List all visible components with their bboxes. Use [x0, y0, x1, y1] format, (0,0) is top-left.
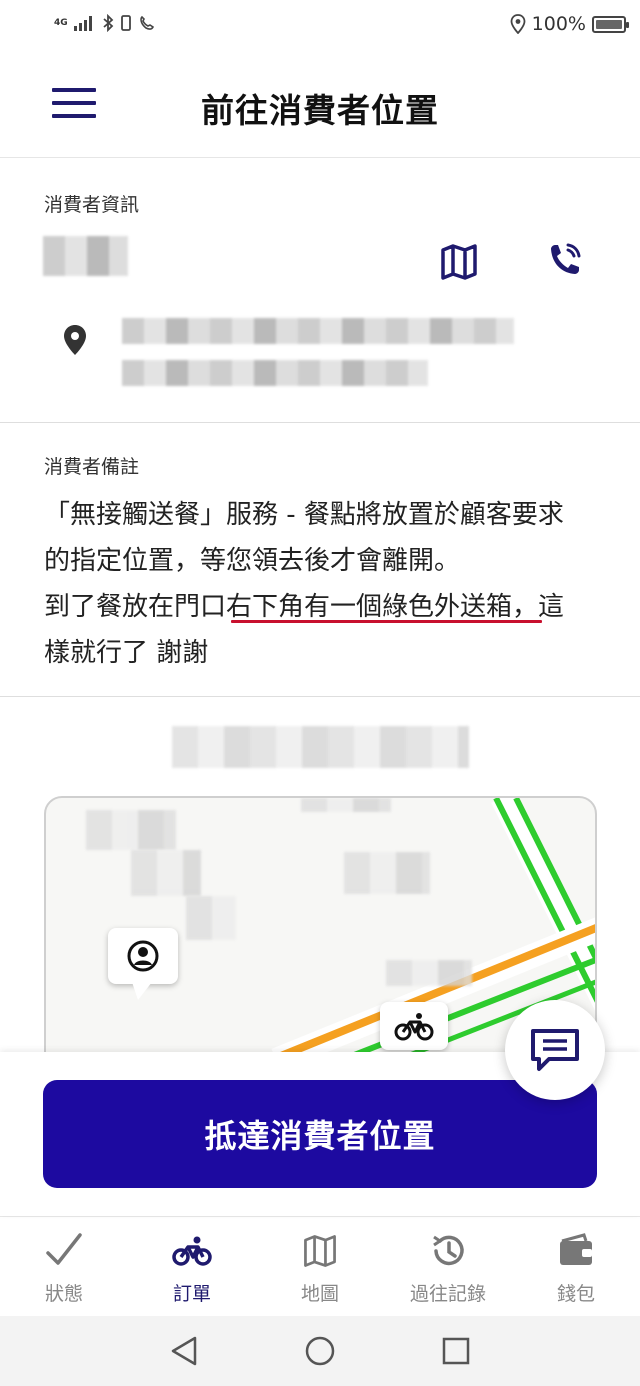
signal-icon [73, 16, 92, 31]
map-icon [304, 1235, 336, 1267]
bicycle-icon [172, 1236, 212, 1266]
tab-map[interactable]: 地圖 [256, 1217, 384, 1317]
network-type: 4G [54, 17, 68, 28]
notes-line: 到了餐放在門口右下角有一個綠色外送箱，這 [44, 592, 565, 622]
user-icon [127, 940, 159, 972]
back-triangle-icon [171, 1336, 197, 1366]
open-map-button[interactable] [437, 240, 481, 284]
wifi-call-icon [139, 15, 154, 30]
back-button[interactable] [166, 1333, 202, 1369]
history-icon [433, 1235, 464, 1266]
address-pin-icon [64, 325, 86, 355]
arrive-at-customer-button[interactable]: 抵達消費者位置 [43, 1080, 597, 1188]
status-indicators: 4G [54, 14, 156, 32]
status-right: 100% [510, 13, 629, 35]
call-customer-button[interactable] [543, 240, 587, 284]
location-icon [510, 14, 526, 34]
customer-name-redacted [43, 236, 128, 276]
map-icon [441, 244, 477, 280]
bottom-tab-bar: 狀態 訂單 地圖 過往記錄 錢包 [0, 1216, 640, 1316]
tab-label: 狀態 [44, 1283, 83, 1305]
map-label-redacted [386, 960, 472, 986]
tab-wallet[interactable]: 錢包 [512, 1217, 640, 1317]
customer-notes-text: 「無接觸送餐」服務 - 餐點將放置於顧客要求 的指定位置，等您領去後才會離開。 … [44, 492, 604, 676]
page-title: 前往消費者位置 [201, 91, 439, 130]
store-name-redacted [172, 726, 469, 768]
map-label-redacted [186, 896, 236, 940]
home-button[interactable] [302, 1333, 338, 1369]
chat-icon [531, 1029, 579, 1071]
customer-marker[interactable] [108, 928, 178, 1000]
battery-icon [592, 15, 629, 33]
recents-square-icon [442, 1337, 470, 1365]
tab-label: 過往記錄 [409, 1283, 486, 1305]
recents-button[interactable] [438, 1333, 474, 1369]
section-divider [0, 422, 640, 423]
address-line-2-redacted [122, 360, 428, 386]
notes-line: 樣就行了 謝謝 [44, 638, 209, 668]
customer-notes-label: 消費者備註 [44, 456, 140, 478]
check-icon [46, 1233, 82, 1265]
tab-orders[interactable]: 訂單 [128, 1217, 256, 1317]
map-label-redacted [344, 852, 430, 894]
system-nav-bar [0, 1316, 640, 1386]
bicycle-icon [394, 1013, 434, 1041]
bluetooth-icon [103, 14, 113, 32]
chat-button[interactable] [505, 1000, 605, 1100]
highlight-underline [231, 620, 542, 623]
app-header: 前往消費者位置 [0, 52, 640, 158]
home-circle-icon [305, 1336, 335, 1366]
map-label-redacted [86, 810, 176, 850]
battery-percent: 100% [531, 13, 586, 35]
notes-line: 的指定位置，等您領去後才會離開。 [44, 546, 461, 576]
address-line-1-redacted [122, 318, 514, 344]
tab-label: 地圖 [300, 1283, 339, 1305]
tab-label: 訂單 [172, 1283, 211, 1305]
status-bar: 4G 100% [0, 0, 640, 52]
map-label-redacted [131, 850, 201, 896]
courier-marker[interactable] [380, 1002, 448, 1050]
wallet-icon [560, 1233, 592, 1265]
vibrate-icon [120, 15, 131, 31]
customer-info-label: 消費者資訊 [44, 194, 140, 216]
phone-icon [551, 243, 581, 274]
section-divider [0, 696, 640, 697]
tab-history[interactable]: 過往記錄 [384, 1217, 512, 1317]
tab-label: 錢包 [556, 1283, 595, 1305]
map-label-redacted [301, 798, 391, 812]
notes-line: 「無接觸送餐」服務 - 餐點將放置於顧客要求 [44, 500, 564, 530]
tab-status[interactable]: 狀態 [0, 1217, 128, 1317]
